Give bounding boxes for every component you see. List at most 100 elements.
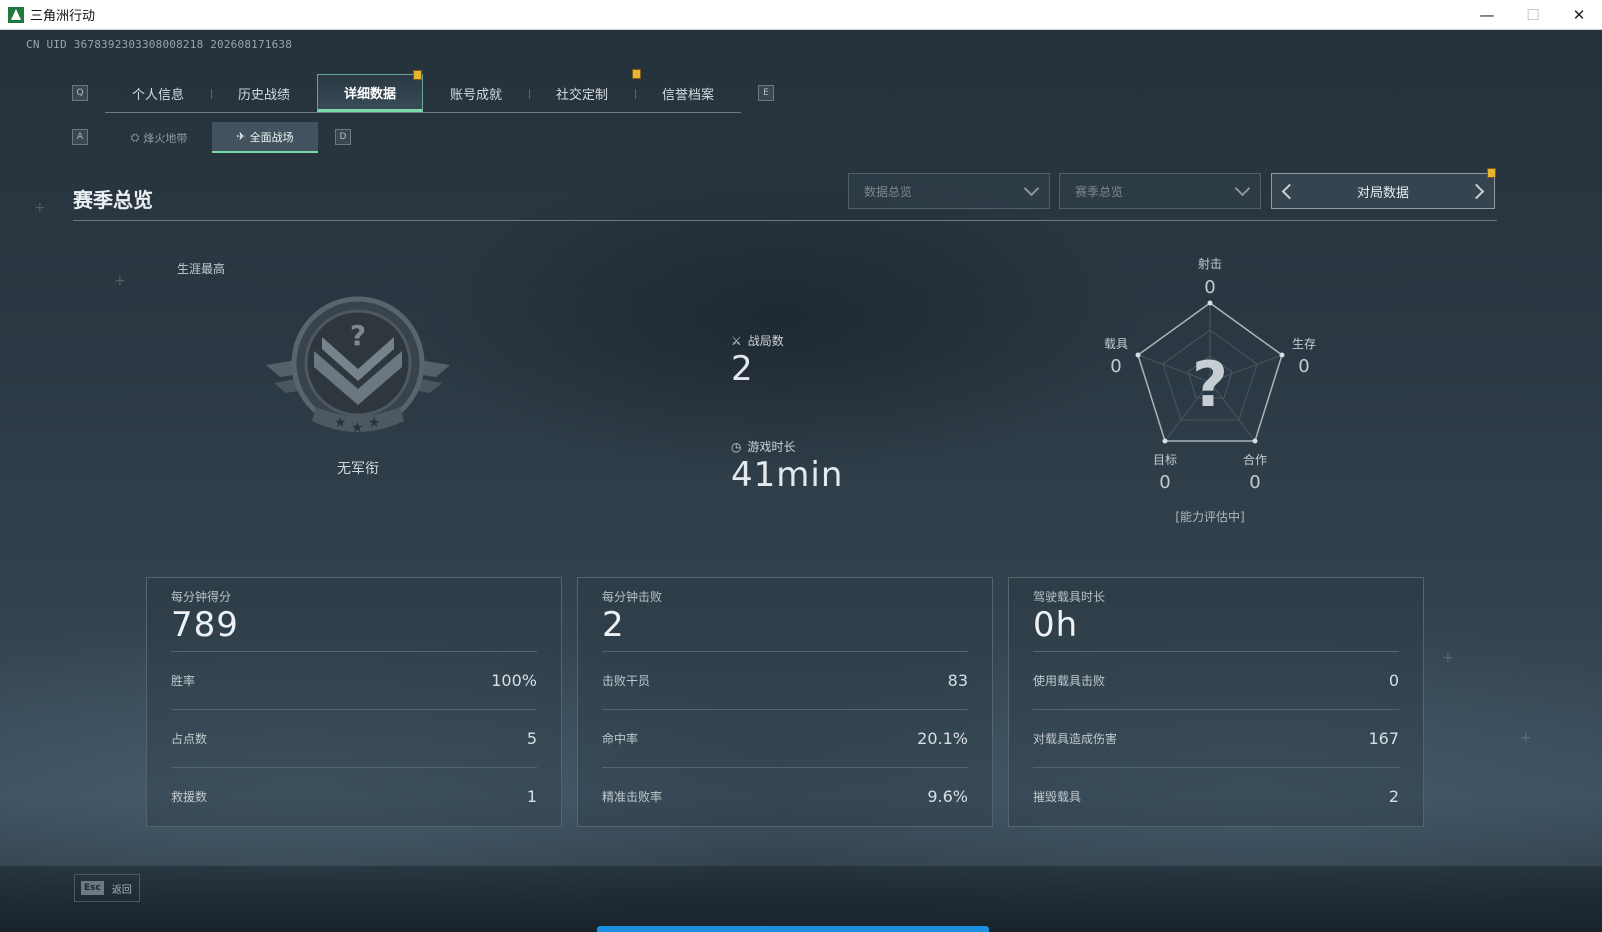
battlefield-icon: ✈: [236, 130, 246, 143]
beacon-icon: ⛭: [130, 130, 140, 144]
subtab-label: 烽火地带: [143, 131, 188, 145]
radar-axis-value: 0: [1204, 277, 1215, 298]
row-label: 救援数: [171, 790, 208, 804]
key-hint-prev-tab[interactable]: Q: [72, 85, 88, 101]
card-row: 摧毁载具 2: [1033, 767, 1399, 825]
card-row: 击败干员 83: [602, 651, 968, 709]
stat-card-score: 每分钟得分 789 胜率 100% 占点数 5 救援数 1: [146, 577, 562, 827]
card-row: 救援数 1: [171, 767, 537, 825]
rank-name: 无军衔: [337, 461, 379, 477]
window-title: 三角洲行动: [30, 9, 96, 24]
row-label: 命中率: [602, 732, 639, 746]
section-title: 赛季总览: [73, 188, 153, 212]
decor-plus-icon: +: [1520, 730, 1532, 746]
card-big-value: 2: [602, 605, 625, 645]
tab-match-history[interactable]: 历史战绩: [211, 74, 317, 112]
key-hint-next-subtab[interactable]: D: [335, 129, 351, 145]
decor-plus-icon: +: [1442, 650, 1454, 666]
match-data-pager: 对局数据: [1271, 168, 1496, 209]
chevron-down-icon: [1023, 180, 1040, 197]
crossed-swords-icon: ⚔: [731, 333, 742, 348]
svg-text:★: ★: [351, 420, 364, 436]
stat-card-kills: 每分钟击败 2 击败干员 83 命中率 20.1% 精准击败率 9.6%: [577, 577, 993, 827]
row-label: 精准击败率: [602, 790, 663, 804]
radar-axis-value: 0: [1110, 356, 1121, 377]
back-button[interactable]: Esc 返回: [74, 874, 140, 902]
card-big-value: 0h: [1033, 605, 1079, 645]
row-label: 使用载具击败: [1033, 674, 1106, 688]
tab-label: 社交定制: [555, 87, 608, 103]
data-type-dropdown[interactable]: 数据总览: [848, 173, 1050, 209]
mode-subtabs: ⛭ 烽火地带 ✈ 全面战场: [106, 122, 318, 153]
player-uid: CN UID 3678392303308008218 202608171638: [26, 38, 293, 51]
decor-plus-icon: +: [114, 273, 126, 289]
pager-label: 对局数据: [1356, 185, 1409, 201]
card-head: 每分钟击败: [602, 590, 663, 604]
key-hint-next-tab[interactable]: E: [758, 85, 774, 101]
card-head: 驾驶载具时长: [1033, 590, 1106, 604]
svg-text:?: ?: [350, 319, 366, 352]
card-row: 胜率 100%: [171, 651, 537, 709]
season-dropdown[interactable]: 赛季总览: [1059, 173, 1261, 209]
minimize-button[interactable]: —: [1464, 0, 1510, 30]
window-controls: — ☐ ✕: [1464, 0, 1602, 30]
radar-axis-label: 载具: [1104, 337, 1128, 351]
row-value: 1: [526, 787, 537, 806]
maximize-button[interactable]: ☐: [1510, 0, 1556, 30]
row-value: 0: [1388, 671, 1399, 690]
app-logo-icon: [8, 6, 24, 23]
chevron-down-icon: [1234, 180, 1251, 197]
card-row: 占点数 5: [171, 709, 537, 767]
row-value: 100%: [491, 671, 537, 690]
row-value: 5: [526, 729, 537, 748]
row-label: 占点数: [171, 732, 208, 746]
clock-icon: ◷: [731, 439, 742, 454]
esc-key-icon: Esc: [81, 881, 104, 895]
matches-value: 2: [731, 349, 754, 389]
matches-label: 战局数: [747, 334, 784, 348]
section-divider: [73, 220, 1497, 221]
subtab-label: 全面战场: [249, 130, 294, 144]
chevron-right-icon[interactable]: [1468, 183, 1485, 199]
ability-radar-chart: ? 射击 0 生存 0 合作 0 目标 0 载具 0: [1104, 256, 1316, 493]
tab-personal-info[interactable]: 个人信息: [105, 74, 211, 112]
tab-achievements[interactable]: 账号成就: [423, 74, 529, 112]
svg-text:★: ★: [368, 415, 381, 431]
subtab-beacon-zone[interactable]: ⛭ 烽火地带: [106, 122, 212, 153]
card-row: 对载具造成伤害 167: [1033, 709, 1399, 767]
row-label: 胜率: [171, 674, 196, 688]
card-head: 每分钟得分: [171, 590, 232, 604]
primary-tabs: 个人信息 历史战绩 详细数据 账号成就 社交定制 信誉档案: [105, 69, 741, 113]
row-value: 9.6%: [927, 787, 968, 806]
radar-axis-label: 射击: [1198, 256, 1222, 271]
matches-stat: ⚔ 战局数 2: [731, 332, 784, 390]
key-hint-prev-subtab[interactable]: A: [72, 129, 88, 145]
tab-detailed-data[interactable]: 详细数据: [317, 70, 423, 112]
loading-progress-bar: [597, 926, 989, 932]
playtime-stat: ◷ 游戏时长 41min: [731, 438, 844, 496]
row-value: 20.1%: [917, 729, 968, 748]
card-big-value: 789: [171, 605, 239, 645]
subtab-full-battlefield[interactable]: ✈ 全面战场: [212, 122, 318, 153]
close-button[interactable]: ✕: [1556, 0, 1602, 30]
stat-card-vehicle: 驾驶载具时长 0h 使用载具击败 0 对载具造成伤害 167 摧毁载具 2: [1008, 577, 1424, 827]
radar-axis-label: 生存: [1292, 337, 1316, 351]
row-label: 对载具造成伤害: [1033, 732, 1118, 746]
chevron-left-icon[interactable]: [1281, 183, 1298, 199]
tab-social-custom[interactable]: 社交定制: [529, 69, 641, 112]
playtime-value: 41min: [731, 455, 844, 495]
radar-axis-label: 合作: [1243, 452, 1267, 467]
notification-badge: [413, 70, 422, 80]
card-row: 使用载具击败 0: [1033, 651, 1399, 709]
radar-axis-value: 0: [1298, 356, 1309, 377]
row-value: 167: [1368, 729, 1399, 748]
decor-plus-icon: +: [34, 200, 46, 216]
radar-axis-label: 目标: [1153, 453, 1177, 467]
tab-reputation[interactable]: 信誉档案: [635, 74, 741, 112]
career-best-label: 生涯最高: [177, 262, 226, 276]
row-label: 摧毁载具: [1033, 790, 1082, 804]
card-row: 精准击败率 9.6%: [602, 767, 968, 825]
playtime-label: 游戏时长: [747, 440, 796, 454]
dropdown-value: 赛季总览: [1075, 184, 1124, 199]
notification-badge: [1487, 168, 1496, 178]
